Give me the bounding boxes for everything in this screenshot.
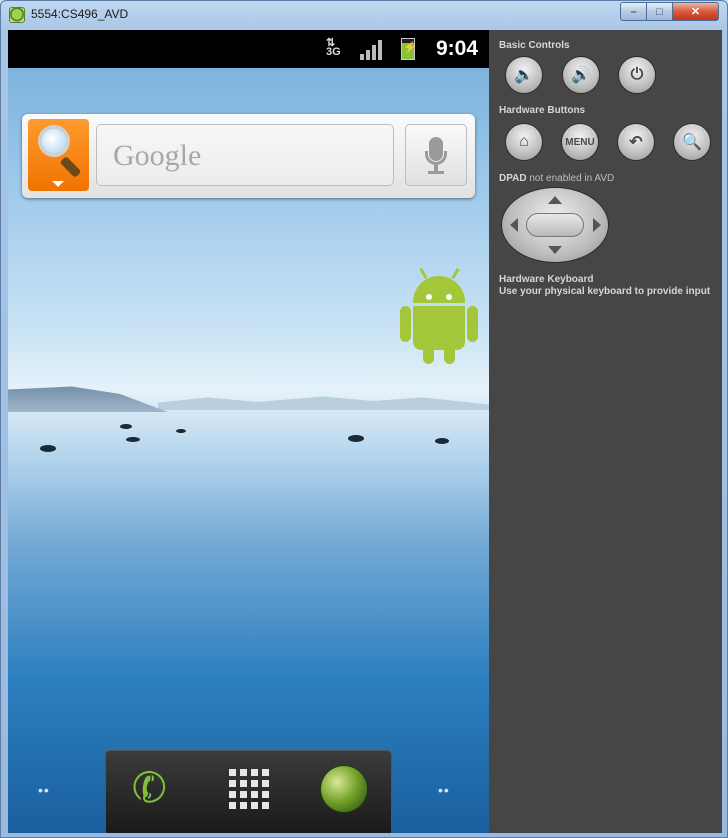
network-3g-icon: ⇅ 3G: [326, 37, 341, 58]
voice-search-button[interactable]: [405, 124, 467, 186]
home-dock: ✆: [105, 750, 392, 833]
maximize-button[interactable]: □: [646, 2, 673, 21]
home-icon: ⌂: [519, 133, 529, 150]
phone-icon[interactable]: ✆: [126, 760, 172, 815]
volume-up-icon: 🔊: [571, 67, 591, 84]
google-search-widget: Google: [22, 114, 475, 198]
search-icon: 🔍: [682, 134, 702, 151]
search-source-button[interactable]: [28, 119, 89, 191]
magnifier-icon: [38, 125, 70, 157]
power-icon: ⏻: [630, 66, 644, 83]
android-app-icon: [9, 7, 25, 23]
menu-button[interactable]: MENU: [561, 123, 599, 161]
window-title: 5554:CS496_AVD: [31, 7, 129, 21]
wallpaper-mountain: [8, 386, 168, 412]
minimize-button[interactable]: –: [620, 2, 647, 21]
left-page-indicator[interactable]: ••: [38, 782, 50, 798]
search-input[interactable]: Google: [96, 124, 394, 186]
back-button[interactable]: ↶: [617, 123, 655, 161]
emulator-controls-panel: Basic Controls 🔈 🔊 ⏻ Hardware Buttons ⌂ …: [489, 30, 722, 833]
wallpaper-hills: [158, 396, 489, 410]
emulator-client-area: ⇅3G 9:04 Goo: [8, 30, 722, 833]
dropdown-arrow-icon: [52, 181, 64, 187]
home-button[interactable]: ⌂: [505, 123, 543, 161]
android-robot-icon[interactable]: [400, 267, 480, 364]
dpad-control[interactable]: [501, 187, 609, 263]
dpad-note: not enabled in AVD: [529, 173, 615, 184]
status-time: 9:04: [436, 37, 479, 60]
wallpaper-rock: [126, 437, 140, 442]
wallpaper-rock: [40, 445, 56, 452]
phone-screen[interactable]: ⇅3G 9:04 Goo: [8, 30, 489, 833]
wallpaper-rock: [120, 424, 132, 429]
back-icon: ↶: [629, 134, 643, 151]
title-bar[interactable]: 5554:CS496_AVD – □ ✕: [1, 1, 727, 29]
hardware-keyboard-heading: Hardware Keyboard: [499, 274, 594, 285]
dpad-down-icon: [548, 246, 562, 254]
signal-strength-icon: [360, 40, 384, 60]
browser-globe-icon[interactable]: [321, 766, 367, 812]
dpad-center: [526, 213, 584, 237]
emulator-window: 5554:CS496_AVD – □ ✕ ⇅3G 9:04: [0, 0, 728, 838]
hardware-keyboard-note: Use your physical keyboard to provide in…: [499, 286, 711, 297]
dpad-right-icon: [593, 218, 601, 232]
wallpaper-rock: [176, 429, 186, 433]
status-bar[interactable]: ⇅3G 9:04: [8, 30, 489, 68]
search-placeholder: Google: [113, 139, 202, 172]
battery-charging-icon: [401, 38, 417, 60]
hardware-buttons-heading: Hardware Buttons: [499, 105, 586, 116]
dpad-left-icon: [510, 218, 518, 232]
right-page-indicator[interactable]: ••: [438, 782, 450, 798]
dpad-heading: DPAD not enabled in AVD: [499, 173, 615, 184]
volume-down-icon: 🔈: [514, 67, 534, 84]
volume-down-button[interactable]: 🔈: [505, 56, 543, 94]
volume-up-button[interactable]: 🔊: [562, 56, 600, 94]
power-button[interactable]: ⏻: [618, 56, 656, 94]
basic-controls-heading: Basic Controls: [499, 40, 570, 51]
wallpaper-rock: [435, 438, 449, 444]
app-drawer-icon[interactable]: [229, 769, 269, 809]
search-button[interactable]: 🔍: [673, 123, 711, 161]
wallpaper-rock: [348, 435, 364, 442]
dpad-up-icon: [548, 196, 562, 204]
close-button[interactable]: ✕: [672, 2, 719, 21]
